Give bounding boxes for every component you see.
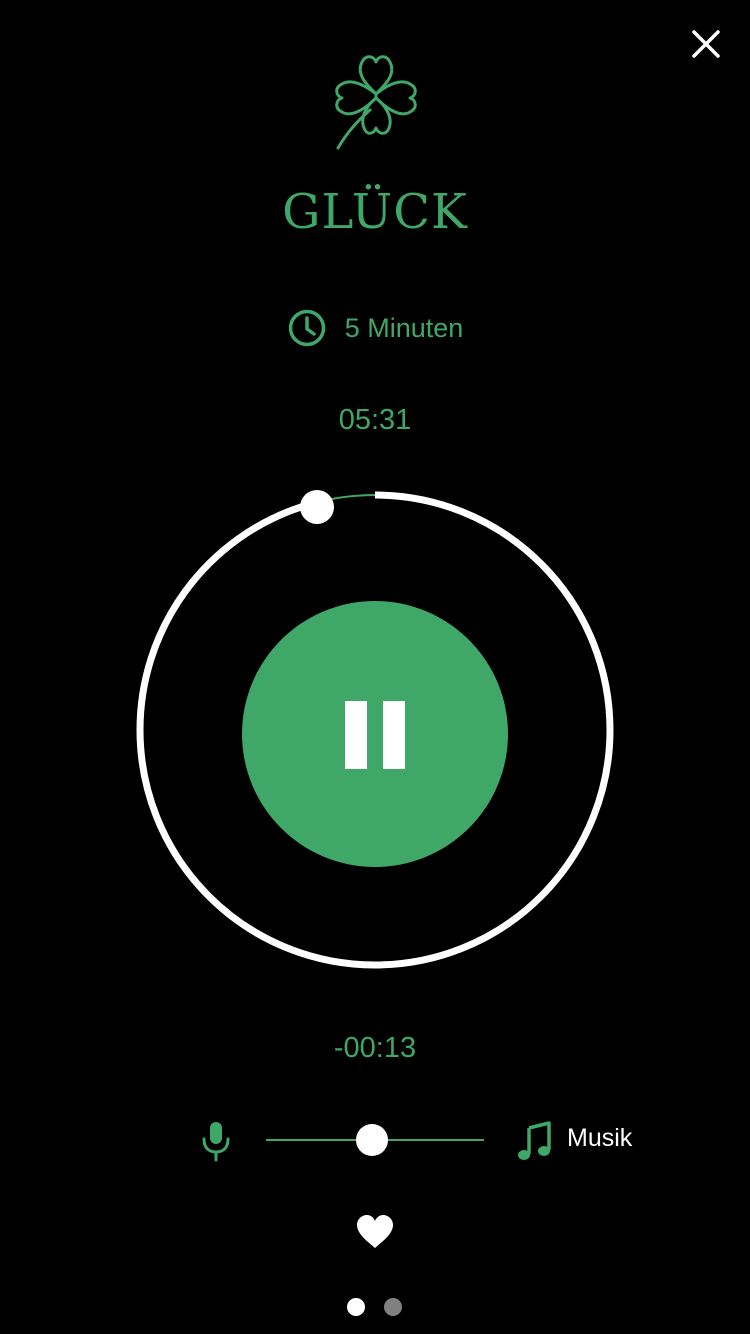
music-label: Musik <box>567 1124 633 1152</box>
duration-label: 5 Minuten <box>344 312 464 343</box>
microphone-icon <box>202 1122 230 1162</box>
elapsed-time: 05:31 <box>338 404 412 436</box>
pause-icon-bar <box>383 701 405 769</box>
music-note-icon <box>518 1121 551 1160</box>
pause-button[interactable] <box>242 601 508 867</box>
heart-icon[interactable] <box>354 1212 396 1252</box>
voice-music-slider-knob[interactable] <box>356 1124 388 1156</box>
four-leaf-clover-icon <box>335 55 417 150</box>
remaining-time: -00:13 <box>333 1032 417 1064</box>
page-indicator-dot-2[interactable] <box>384 1298 402 1316</box>
close-button[interactable] <box>684 22 728 66</box>
duration-row: 5 Minuten <box>0 306 750 350</box>
progress-knob[interactable] <box>300 490 334 524</box>
close-icon <box>692 30 720 58</box>
clock-icon <box>288 309 325 347</box>
session-title: GLÜCK <box>282 184 468 240</box>
pause-icon <box>345 701 367 769</box>
page-indicator-dot-1[interactable] <box>347 1298 365 1316</box>
